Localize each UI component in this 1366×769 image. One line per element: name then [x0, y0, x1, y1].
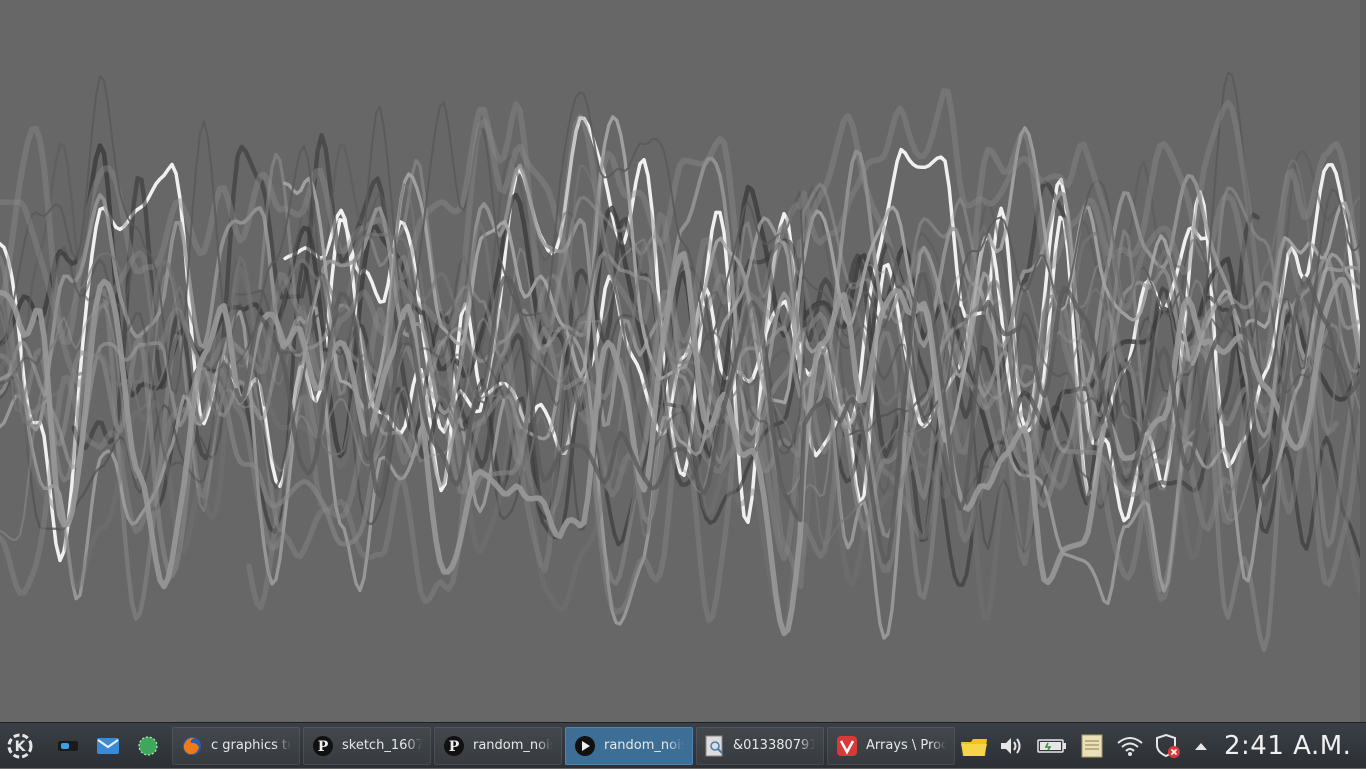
folder-icon[interactable] [958, 723, 990, 769]
noise-canvas [0, 71, 1366, 652]
task-label: &01338079160 [733, 738, 815, 753]
task-button[interactable]: Arrays \ Processing [827, 726, 955, 765]
task-button[interactable]: Psketch_160723 [303, 726, 431, 765]
task-label: random_noise [604, 738, 684, 753]
mail-icon[interactable] [88, 723, 128, 769]
task-label: sketch_160723 [342, 738, 422, 753]
expand-arrow-icon[interactable] [1190, 723, 1212, 769]
taskbar: K c graphics tutorialPsketch_160723Prand… [0, 722, 1366, 768]
clock[interactable]: 2:41 A.M. [1218, 731, 1357, 761]
wifi-icon[interactable] [1114, 723, 1146, 769]
task-label: c graphics tutorial [211, 738, 291, 753]
play-icon [574, 735, 596, 757]
image-viewer-icon [705, 735, 725, 757]
processing-icon: P [312, 735, 334, 757]
processing-icon: P [443, 735, 465, 757]
switch-icon[interactable] [48, 723, 88, 769]
kde-menu-icon[interactable]: K [0, 723, 40, 769]
svg-text:K: K [15, 739, 27, 755]
volume-icon[interactable] [996, 723, 1028, 769]
task-button[interactable]: c graphics tutorial [172, 726, 300, 765]
svg-text:P: P [318, 739, 329, 755]
task-button[interactable]: &01338079160 [696, 726, 824, 765]
battery-icon[interactable] [1034, 723, 1070, 769]
notes-icon[interactable] [1076, 723, 1108, 769]
task-label: random_noise [473, 738, 553, 753]
task-button[interactable]: Prandom_noise [434, 726, 562, 765]
vivaldi-icon [836, 735, 858, 757]
task-button[interactable]: random_noise [565, 726, 693, 765]
shield-icon[interactable] [1152, 723, 1184, 769]
task-label: Arrays \ Processing [866, 738, 946, 753]
globe-icon[interactable] [128, 723, 168, 769]
canvas-scrollbar[interactable] [1360, 0, 1366, 722]
svg-text:P: P [449, 739, 460, 755]
firefox-icon [181, 735, 203, 757]
